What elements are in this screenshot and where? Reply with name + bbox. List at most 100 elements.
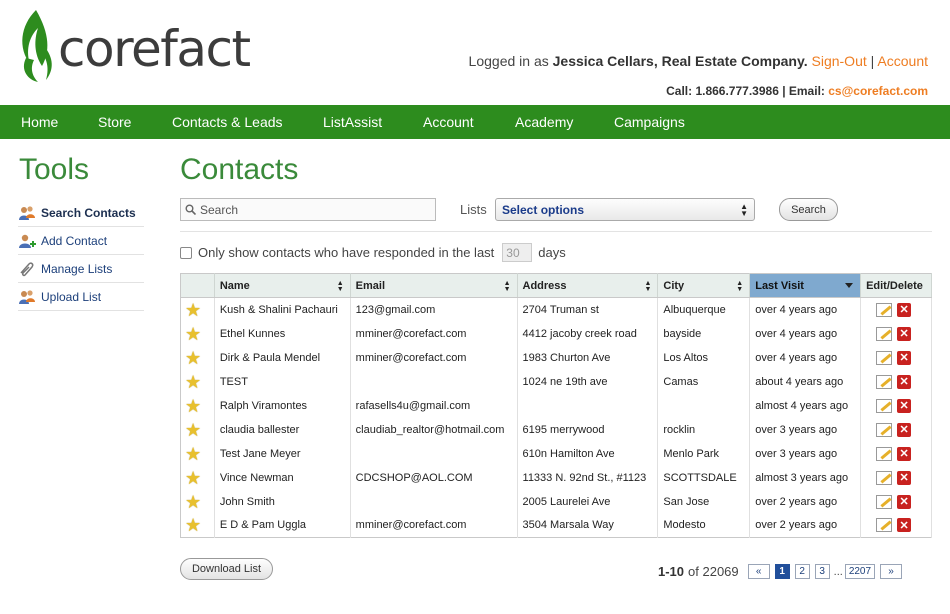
edit-icon[interactable] [876,446,893,461]
column-header-city[interactable]: City ▲ ▼ [657,273,751,298]
download-list-button[interactable]: Download List [180,558,273,580]
star-icon[interactable]: ★ [185,372,201,392]
favorite-star-cell[interactable]: ★ [180,297,215,322]
days-input[interactable]: 30 [502,243,533,262]
sign-out-link[interactable]: Sign-Out [812,53,867,69]
star-icon[interactable]: ★ [185,396,201,416]
delete-icon[interactable]: ✕ [897,374,912,389]
table-row[interactable]: ★ Dirk & Paula Mendel mminer@corefact.com 1… [180,345,932,370]
contact-city: Camas [657,369,751,394]
nav-store[interactable]: Store [98,114,172,130]
edit-icon[interactable] [876,326,893,341]
edit-icon[interactable] [876,470,893,485]
nav-home[interactable]: Home [21,114,98,130]
table-row[interactable]: ★ claudia ballester claudiab_realtor@hotma… [180,417,932,442]
sidebar-item-search-contacts[interactable]: Search Contacts [18,199,144,227]
favorite-star-cell[interactable]: ★ [180,465,215,490]
search-input[interactable] [200,202,430,217]
table-header-row: Name ▲ ▼ Email ▲ ▼ Address ▲ ▼ City ▲ ▼ Last Vis… [180,273,932,298]
responded-checkbox[interactable] [180,246,192,259]
star-icon[interactable]: ★ [185,300,201,320]
contact-last-visit: over 3 years ago [749,441,862,466]
next-page-button[interactable]: » [880,564,903,579]
column-header-address[interactable]: Address ▲ ▼ [517,273,659,298]
delete-icon[interactable]: ✕ [897,470,912,485]
column-header-email[interactable]: Email ▲ ▼ [350,273,518,298]
sort-icon: ▲ ▼ [503,280,511,293]
edit-icon[interactable] [876,302,893,317]
table-row[interactable]: ★ TEST 1024 ne 19th ave Camas about 4 years … [180,369,932,394]
favorite-star-cell[interactable]: ★ [180,393,215,418]
favorite-star-cell[interactable]: ★ [180,345,215,370]
favorite-star-cell[interactable]: ★ [180,369,215,394]
lists-select[interactable]: Select options ▲ ▼ [495,198,755,221]
edit-icon[interactable] [876,422,893,437]
edit-icon[interactable] [876,398,893,413]
star-icon[interactable]: ★ [185,444,201,464]
edit-icon[interactable] [876,350,893,365]
table-row[interactable]: ★ Vince Newman CDCSHOP@AOL.COM 11333 N. 92n… [180,465,932,490]
star-icon[interactable]: ★ [185,515,201,535]
contact-city: SCOTTSDALE [657,465,751,490]
table-row[interactable]: ★ John Smith 2005 Laurelei Ave San Jose over… [180,489,932,514]
star-icon[interactable]: ★ [185,348,201,368]
contact-address: 1983 Churton Ave [517,345,659,370]
page-2-button[interactable]: 2 [794,564,810,579]
table-row[interactable]: ★ Ethel Kunnes mminer@corefact.com 4412 jac… [180,321,932,346]
search-button[interactable]: Search [779,198,838,221]
divider [180,231,932,232]
lists-select-value: Select options [502,202,585,217]
delete-icon[interactable]: ✕ [897,494,912,509]
support-email-link[interactable]: cs@corefact.com [828,84,928,98]
star-icon[interactable]: ★ [185,324,201,344]
nav-listassist[interactable]: ListAssist [323,114,423,130]
sidebar-item-add-contact[interactable]: Add Contact [18,227,144,255]
users-upload-icon [19,289,35,304]
delete-icon[interactable]: ✕ [897,446,912,461]
page-last-button[interactable]: 2207 [844,564,876,579]
star-icon[interactable]: ★ [185,420,201,440]
nav-academy[interactable]: Academy [515,114,614,130]
nav-contacts-leads[interactable]: Contacts & Leads [172,114,323,130]
row-actions: ✕ [860,393,932,418]
table-row[interactable]: ★ Test Jane Meyer 610n Hamilton Ave Menlo P… [180,441,932,466]
contact-email: mminer@corefact.com [350,321,518,346]
column-header-name[interactable]: Name ▲ ▼ [214,273,351,298]
favorite-star-cell[interactable]: ★ [180,441,215,466]
table-row[interactable]: ★ E D & Pam Uggla mminer@corefact.com 3504 … [180,513,932,538]
sidebar-item-manage-lists[interactable]: Manage Lists [18,255,144,283]
select-arrows-icon: ▲ ▼ [740,201,748,218]
delete-icon[interactable]: ✕ [897,398,912,413]
search-field[interactable] [180,198,436,221]
star-icon[interactable]: ★ [185,492,201,512]
column-header-last-visit[interactable]: Last Visit [749,273,862,298]
page-1-button[interactable]: 1 [774,564,790,579]
favorite-star-cell[interactable]: ★ [180,417,215,442]
nav-account[interactable]: Account [423,114,515,130]
delete-icon[interactable]: ✕ [897,302,912,317]
star-icon[interactable]: ★ [185,468,201,488]
table-row[interactable]: ★ Kush & Shalini Pachauri 123@gmail.com 270… [180,297,932,322]
edit-icon[interactable] [876,518,893,533]
contact-address: 11333 N. 92nd St., #1123 [517,465,659,490]
favorite-star-cell[interactable]: ★ [180,321,215,346]
contact-name: Kush & Shalini Pachauri [214,297,351,322]
star-column-header [180,273,215,298]
delete-icon[interactable]: ✕ [897,518,912,533]
row-actions: ✕ [860,489,932,514]
edit-icon[interactable] [876,374,893,389]
nav-campaigns[interactable]: Campaigns [614,114,685,130]
prev-page-button[interactable]: « [747,564,770,579]
header-separator: | [870,53,875,69]
delete-icon[interactable]: ✕ [897,422,912,437]
sidebar-item-upload-list[interactable]: Upload List [18,283,144,311]
favorite-star-cell[interactable]: ★ [180,513,215,538]
edit-icon[interactable] [876,494,893,509]
delete-icon[interactable]: ✕ [897,350,912,365]
table-row[interactable]: ★ Ralph Viramontes rafasells4u@gmail.com al… [180,393,932,418]
corefact-logo[interactable]: corefact [16,8,251,84]
page-3-button[interactable]: 3 [814,564,830,579]
favorite-star-cell[interactable]: ★ [180,489,215,514]
account-link[interactable]: Account [877,53,928,69]
delete-icon[interactable]: ✕ [897,326,912,341]
